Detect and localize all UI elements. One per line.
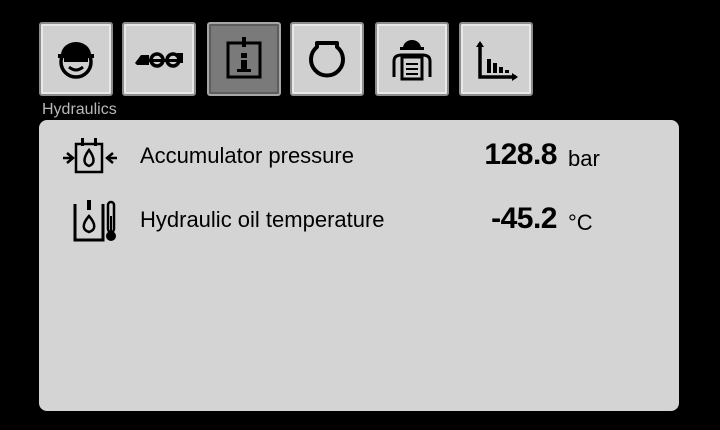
oil-temperature-icon — [59, 198, 121, 246]
hard-hat-face-icon — [58, 42, 94, 79]
tab-info[interactable] — [207, 22, 281, 96]
operator-report-icon — [392, 40, 432, 81]
tab-operator[interactable] — [39, 22, 113, 96]
reading-unit: bar — [568, 146, 600, 171]
reading-row-accumulator-pressure: Accumulator pressure 128.8 bar — [39, 134, 679, 182]
bar-chart-icon — [476, 41, 518, 81]
tab-machine[interactable] — [122, 22, 196, 96]
readings-panel: Accumulator pressure 128.8 bar Hydraulic… — [39, 120, 679, 411]
tab-engine[interactable] — [290, 22, 364, 96]
engine-icon — [309, 41, 345, 78]
reading-label: Accumulator pressure — [140, 143, 354, 168]
reading-unit: °C — [568, 210, 593, 235]
tab-statistics[interactable] — [459, 22, 533, 96]
info-document-icon — [226, 37, 262, 79]
tab-operator-report[interactable] — [375, 22, 449, 96]
loader-vehicle-icon — [135, 52, 183, 68]
accumulator-pressure-icon — [59, 134, 121, 182]
reading-label: Hydraulic oil temperature — [140, 207, 385, 232]
section-title: Hydraulics — [42, 101, 117, 118]
reading-value: 128.8 — [484, 138, 557, 171]
reading-row-oil-temperature: Hydraulic oil temperature -45.2 °C — [39, 198, 679, 246]
reading-value: -45.2 — [491, 202, 557, 235]
